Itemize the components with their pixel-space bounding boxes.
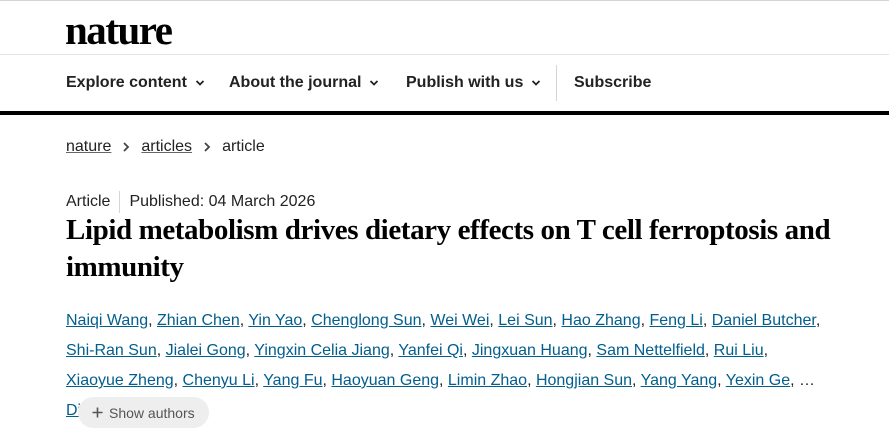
- author-separator: ,: [156, 342, 166, 359]
- top-rule: [0, 0, 889, 1]
- author-link[interactable]: Rui Liu: [714, 342, 764, 359]
- nav-explore-content[interactable]: Explore content: [66, 55, 205, 111]
- chevron-right-icon: [203, 141, 211, 153]
- breadcrumb: nature articles article: [66, 136, 265, 158]
- author-link[interactable]: Naiqi Wang: [66, 312, 148, 329]
- author-link[interactable]: Haoyuan Geng: [331, 372, 439, 389]
- author-link[interactable]: Xiaoyue Zheng: [66, 372, 174, 389]
- main-nav: Explore content About the journal Publis…: [0, 55, 889, 111]
- author-link[interactable]: Chenglong Sun: [311, 312, 421, 329]
- author-separator: ,: [489, 312, 499, 329]
- author-separator: ,: [632, 372, 641, 389]
- author-link[interactable]: Zhian Chen: [157, 312, 240, 329]
- author-link[interactable]: Chenyu Li: [183, 372, 255, 389]
- published-date: Published: 04 March 2026: [129, 193, 316, 210]
- author-link[interactable]: Feng Li: [649, 312, 702, 329]
- author-link[interactable]: Sam Nettelfield: [596, 342, 705, 359]
- nav-bottom-rule: [0, 111, 889, 115]
- author-separator: ,: [815, 312, 821, 329]
- chevron-down-icon: [195, 78, 205, 88]
- author-separator: ,: [148, 312, 157, 329]
- author-link[interactable]: Yang Fu: [263, 372, 322, 389]
- nav-publish-with-us[interactable]: Publish with us: [406, 55, 541, 111]
- author-links: Naiqi Wang, Zhian Chen, Yin Yao, Chenglo…: [66, 312, 820, 389]
- nav-item-label: About the journal: [229, 74, 362, 91]
- subscribe-link[interactable]: Subscribe: [574, 55, 651, 111]
- meta-divider: [119, 191, 121, 213]
- show-authors-label: Show authors: [109, 404, 195, 421]
- author-separator: ,: [790, 372, 799, 389]
- chevron-down-icon: [531, 78, 541, 88]
- author-separator: ,: [173, 372, 183, 389]
- chevron-down-icon: [369, 78, 379, 88]
- author-link[interactable]: Jialei Gong: [166, 342, 246, 359]
- author-separator: ,: [702, 312, 712, 329]
- article-meta: Article Published: 04 March 2026: [66, 191, 315, 213]
- chevron-right-icon: [122, 141, 130, 153]
- author-link[interactable]: Yexin Ge: [726, 372, 790, 389]
- authors-ellipsis: …: [799, 372, 815, 389]
- author-link[interactable]: Hao Zhang: [561, 312, 640, 329]
- author-separator: ,: [462, 342, 472, 359]
- author-separator: ,: [439, 372, 448, 389]
- author-link[interactable]: Yingxin Celia Jiang: [254, 342, 389, 359]
- author-separator: ,: [254, 372, 264, 389]
- author-separator: ,: [302, 312, 312, 329]
- author-link[interactable]: Daniel Butcher: [712, 312, 816, 329]
- article-type: Article: [66, 193, 111, 210]
- breadcrumb-nature[interactable]: nature: [66, 138, 111, 156]
- breadcrumb-current: article: [222, 138, 265, 155]
- nav-divider: [556, 65, 557, 101]
- author-link[interactable]: Jingxuan Huang: [472, 342, 588, 359]
- author-link[interactable]: Wei Wei: [430, 312, 489, 329]
- author-link[interactable]: Yin Yao: [248, 312, 302, 329]
- nav-about-journal[interactable]: About the journal: [229, 55, 379, 111]
- author-separator: ,: [763, 342, 769, 359]
- breadcrumb-articles[interactable]: articles: [141, 138, 192, 156]
- show-authors-button[interactable]: Show authors: [78, 397, 209, 428]
- plus-icon: [92, 407, 103, 418]
- author-link[interactable]: Limin Zhao: [448, 372, 527, 389]
- author-link[interactable]: Yanfei Qi: [398, 342, 463, 359]
- author-link[interactable]: Yang Yang: [641, 372, 718, 389]
- author-link[interactable]: Hongjian Sun: [536, 372, 632, 389]
- author-link[interactable]: Lei Sun: [498, 312, 552, 329]
- author-separator: ,: [245, 342, 255, 359]
- nav-item-label: Publish with us: [406, 74, 524, 91]
- author-separator: ,: [717, 372, 726, 389]
- nav-item-label: Explore content: [66, 74, 187, 91]
- article-title: Lipid metabolism drives dietary effects …: [66, 214, 831, 283]
- site-logo[interactable]: nature: [65, 6, 173, 54]
- author-separator: ,: [527, 372, 536, 389]
- author-separator: ,: [704, 342, 714, 359]
- author-link[interactable]: Shi-Ran Sun: [66, 342, 157, 359]
